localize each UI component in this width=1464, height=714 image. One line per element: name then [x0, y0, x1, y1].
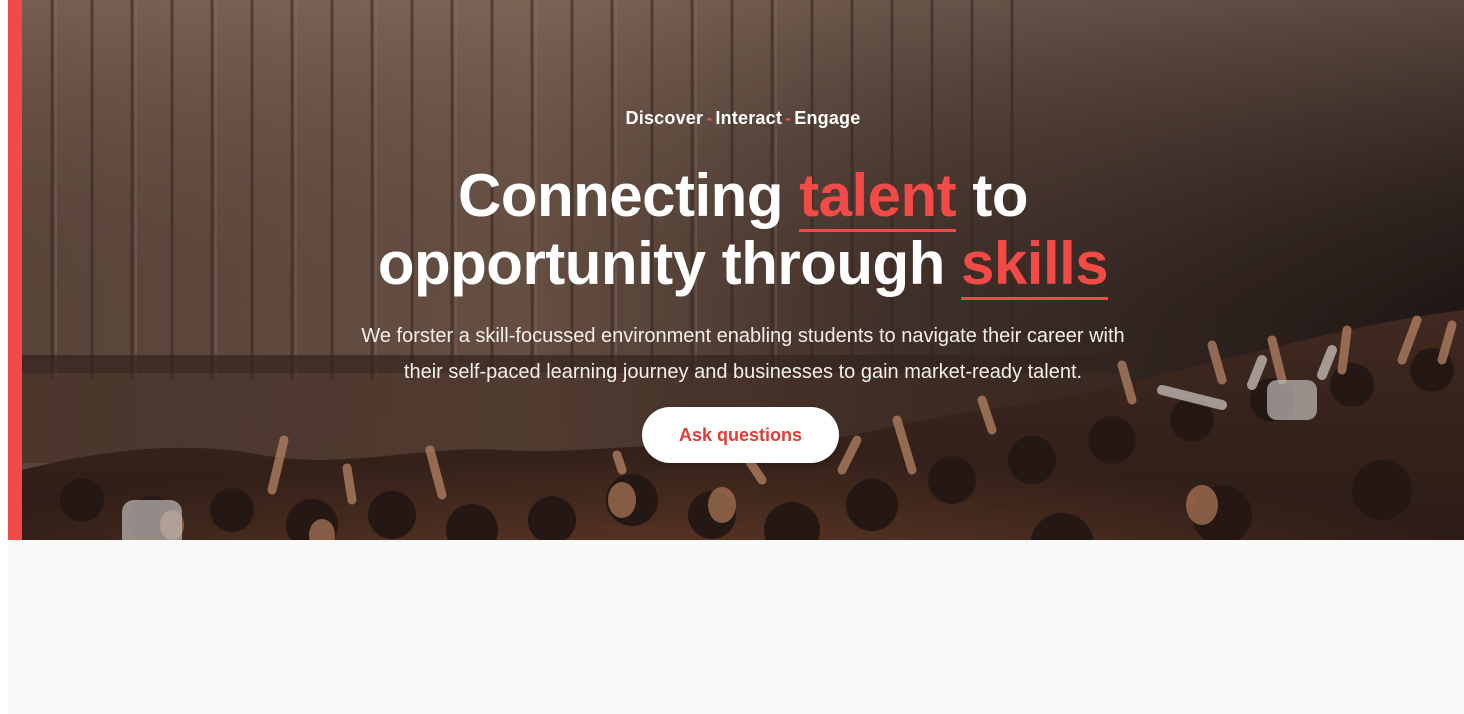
hero-bottom-curve	[8, 540, 1464, 620]
accent-side-bar	[8, 0, 22, 545]
ask-questions-button[interactable]: Ask questions	[642, 407, 839, 463]
headline-text: to	[956, 162, 1028, 229]
hero-description-line: their self-paced learning journey and bu…	[403, 361, 1083, 383]
tagline-item-engage: Engage	[794, 108, 861, 128]
headline-text: opportunity through	[377, 230, 962, 297]
tagline-separator: -	[706, 108, 713, 128]
tagline-item-interact: Interact	[715, 108, 783, 128]
tagline-separator: -	[785, 108, 792, 128]
tagline-item-discover: Discover	[625, 108, 704, 128]
hero-description: We forster a skill-focussed environment …	[322, 318, 1164, 390]
hero-tagline: Discover - Interact - Engage	[22, 108, 1464, 129]
hero-headline: Connecting talent to opportunity through…	[22, 162, 1464, 300]
hero-description-line: We forster a skill-focussed environment …	[361, 325, 1125, 347]
headline-highlight-skills: skills	[961, 230, 1109, 300]
headline-highlight-talent: talent	[799, 162, 957, 232]
headline-text: Connecting	[458, 162, 800, 229]
hero-content: Discover - Interact - Engage Connecting tale…	[22, 0, 1464, 540]
page: Discover - Interact - Engage Connecting tale…	[0, 0, 1464, 714]
